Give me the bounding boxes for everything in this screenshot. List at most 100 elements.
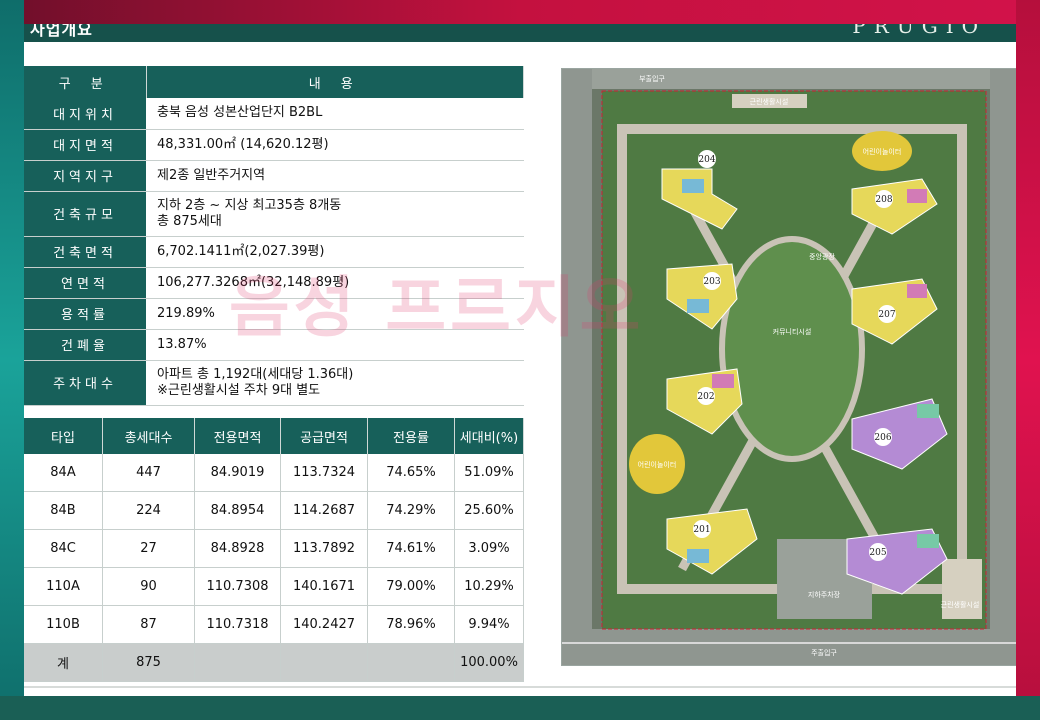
table-row: 건축면적 6,702.1411㎡(2,027.39평) — [24, 236, 524, 268]
cell: 79.00% — [367, 567, 455, 606]
cell: 110.7318 — [194, 605, 281, 644]
cell: 27 — [102, 529, 195, 568]
cell: 90 — [102, 567, 195, 606]
label-central-plaza: 중앙광장 — [809, 252, 835, 261]
value-line: ※근린생활시설 주차 9대 별도 — [157, 382, 321, 398]
cell: 110B — [24, 605, 103, 644]
cell: 78.96% — [367, 605, 455, 644]
row-label: 건폐율 — [24, 329, 146, 361]
building-number-203: 203 — [703, 277, 720, 287]
cell: 114.2687 — [280, 491, 368, 530]
cell: 51.09% — [454, 454, 524, 492]
row-label: 대지위치 — [24, 98, 146, 130]
building-number-201: 201 — [693, 525, 710, 535]
cell — [367, 643, 455, 682]
table-row: 84B 224 84.8954 114.2687 74.29% 25.60% — [24, 491, 524, 530]
cell: 10.29% — [454, 567, 524, 606]
building-number-208: 208 — [875, 195, 892, 205]
table-row: 연면적 106,277.3268㎡(32,148.89평) — [24, 267, 524, 299]
cell: 9.94% — [454, 605, 524, 644]
table-row: 대지위치 충북 음성 성본산업단지 B2BL — [24, 98, 524, 130]
cell: 3.09% — [454, 529, 524, 568]
bottom-divider — [24, 686, 1016, 688]
table-row: 주차대수 아파트 총 1,192대(세대당 1.36대) ※근린생활시설 주차 … — [24, 360, 524, 406]
project-overview-table: 구 분 내 용 대지위치 충북 음성 성본산업단지 B2BL 대지면적 48,3… — [24, 66, 524, 406]
col-header: 세대비(%) — [454, 418, 524, 454]
cell — [280, 643, 368, 682]
site-plan: 204 208 203 207 202 206 201 205 부출입구 근린생… — [561, 68, 1016, 666]
central-garden — [719, 236, 865, 462]
header-band: 사업개요 PRUGIO — [24, 24, 1016, 42]
unit-type-table: 타입 총세대수 전용면적 공급면적 전용률 세대비(%) 84A 447 84.… — [24, 418, 524, 682]
cell: 84.8954 — [194, 491, 281, 530]
col-header: 총세대수 — [102, 418, 195, 454]
cell: 74.29% — [367, 491, 455, 530]
road-lane — [562, 642, 1016, 644]
road-left — [562, 69, 592, 665]
cell: 25.60% — [454, 491, 524, 530]
row-label: 건축면적 — [24, 236, 146, 268]
row-label: 용적률 — [24, 298, 146, 330]
cell: 140.1671 — [280, 567, 368, 606]
cell: 875 — [102, 643, 195, 682]
row-label: 지역지구 — [24, 160, 146, 192]
cell: 140.2427 — [280, 605, 368, 644]
label-retail-top: 근린생활시설 — [750, 97, 789, 106]
value-line: 총 875세대 — [157, 213, 222, 229]
road-bottom — [562, 629, 1016, 665]
road-top — [562, 69, 1016, 89]
frame-top-bar — [0, 0, 1040, 24]
building-number-207: 207 — [878, 310, 895, 320]
col-header: 전용면적 — [194, 418, 281, 454]
table-row: 110A 90 110.7308 140.1671 79.00% 10.29% — [24, 567, 524, 606]
frame-right-bar — [1016, 0, 1040, 720]
col-header-category: 구 분 — [24, 66, 147, 98]
cell: 84B — [24, 491, 103, 530]
cell: 224 — [102, 491, 195, 530]
row-value: 219.89% — [146, 298, 524, 330]
cell: 100.00% — [454, 643, 524, 682]
table-row: 84C 27 84.8928 113.7892 74.61% 3.09% — [24, 529, 524, 568]
table-row: 지역지구 제2종 일반주거지역 — [24, 160, 524, 192]
label-kids-top: 어린이놀이터 — [863, 147, 902, 156]
cell: 74.65% — [367, 454, 455, 492]
row-label: 대지면적 — [24, 129, 146, 161]
table-row: 84A 447 84.9019 113.7324 74.65% 51.09% — [24, 454, 524, 492]
cell: 84.8928 — [194, 529, 281, 568]
label-kids-left: 어린이놀이터 — [638, 460, 677, 469]
frame-left-bar — [0, 0, 24, 720]
cell: 계 — [24, 643, 103, 682]
row-value: 제2종 일반주거지역 — [146, 160, 524, 192]
table-row: 용적률 219.89% — [24, 298, 524, 330]
road-right — [990, 69, 1016, 665]
row-value: 충북 음성 성본산업단지 B2BL — [146, 98, 524, 130]
label-retail-bottom: 근린생활시설 — [941, 600, 980, 609]
cell: 84A — [24, 454, 103, 492]
label-main-gate: 주출입구 — [811, 648, 837, 657]
cell: 110.7308 — [194, 567, 281, 606]
table-row: 110B 87 110.7318 140.2427 78.96% 9.94% — [24, 605, 524, 644]
retail-building-bottom — [942, 559, 982, 619]
cell — [194, 643, 281, 682]
cell: 113.7892 — [280, 529, 368, 568]
frame-bottom-bar — [0, 696, 1040, 720]
label-parking: 지하주차장 — [808, 590, 841, 599]
row-value: 48,331.00㎡ (14,620.12평) — [146, 129, 524, 161]
label-sub-gate: 부출입구 — [639, 74, 665, 83]
cell: 113.7324 — [280, 454, 368, 492]
cell: 110A — [24, 567, 103, 606]
row-value: 지하 2층 ~ 지상 최고35층 8개동 총 875세대 — [146, 191, 524, 237]
row-label: 연면적 — [24, 267, 146, 299]
cell: 74.61% — [367, 529, 455, 568]
value-line: 지하 2층 ~ 지상 최고35층 8개동 — [157, 197, 342, 213]
row-value: 13.87% — [146, 329, 524, 361]
cell: 84.9019 — [194, 454, 281, 492]
site-plan-drawing: 204 208 203 207 202 206 201 205 부출입구 근린생… — [562, 69, 1016, 665]
cell: 447 — [102, 454, 195, 492]
row-value: 아파트 총 1,192대(세대당 1.36대) ※근린생활시설 주차 9대 별도 — [146, 360, 524, 406]
cell: 84C — [24, 529, 103, 568]
building-number-205: 205 — [869, 548, 886, 558]
row-value: 6,702.1411㎡(2,027.39평) — [146, 236, 524, 268]
label-community: 커뮤니티시설 — [773, 327, 812, 336]
total-row: 계 875 100.00% — [24, 643, 524, 682]
